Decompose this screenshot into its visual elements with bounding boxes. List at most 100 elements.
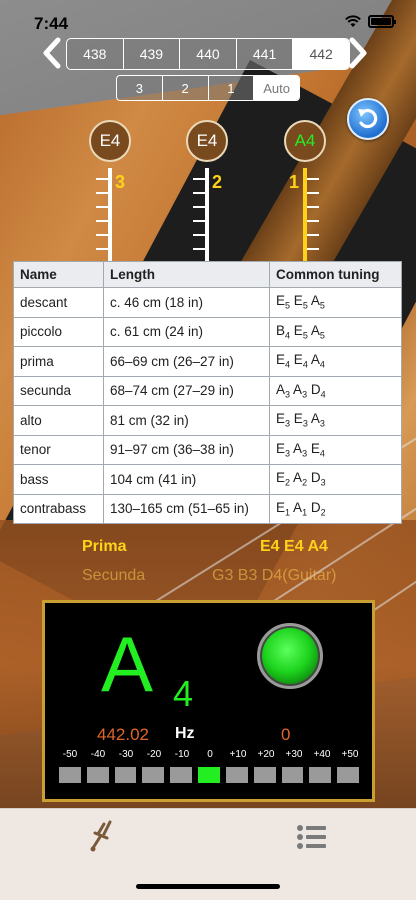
tuning-note: E [293,411,303,427]
cents-meter-segment-active [198,767,220,783]
reset-button[interactable] [347,98,389,140]
next-frequency-button[interactable] [346,36,370,70]
table-header: Length [103,261,270,288]
tuning-note: E [310,440,320,456]
status-time: 7:44 [34,14,69,33]
table-row: descant c. 46 cm (18 in) E5 E5 A5 [13,287,402,318]
meter-tick [193,192,205,194]
tuning-cell: E4 E4 A4 [269,346,402,377]
length-cell: 130–165 cm (51–65 in) [103,493,270,524]
meter-tick [96,220,108,222]
instrument-type-cell: piccolo [13,316,104,347]
tuning-cell: E1 A1 D2 [269,493,402,524]
tuning-note: A [310,293,320,309]
meter-tick [307,192,319,194]
length-cell: 91–97 cm (36–38 in) [103,434,270,465]
cents-scale-label: -50 [62,749,78,760]
cents-scale-label: +20 [257,749,275,760]
battery-icon [368,15,396,28]
string-peg-active[interactable]: A4 [284,120,326,162]
tuning-note: E [276,440,286,456]
tuning-note: A [293,440,303,456]
frequency-option[interactable]: 438 [67,39,124,69]
cents-meter-segment [114,767,137,783]
length-cell: 104 cm (41 in) [103,464,270,495]
string-peg[interactable]: E4 [186,120,228,162]
tuner-display: A 4 442.02 Hz 0 -50 -40 -30 -20 -10 0 +10 +20 +3… [42,600,375,802]
tuning-cell: B4 E5 A5 [269,316,402,347]
tuning-octave: 4 [319,360,325,371]
tuning-note: D [310,499,321,515]
frequency-option-selected[interactable]: 442 [293,39,349,69]
detected-octave: 4 [173,673,194,714]
string-note: E4 [196,131,218,150]
meter-tick [193,206,205,208]
tuning-cell: E3 A3 E4 [269,434,402,465]
string-mode-option[interactable]: 2 [163,76,209,100]
cents-meter-segment [225,767,248,783]
tuning-note: D [310,470,321,486]
meter-tick [193,248,205,250]
meter-tick [307,178,319,180]
length-cell: 68–74 cm (27–29 in) [103,375,270,406]
cents-scale-label: -20 [146,749,162,760]
instrument-type-cell: alto [13,405,104,436]
tuning-reference-table: Name Length Common tuning descant c. 46 c… [13,261,402,524]
reference-frequency-selector: 438 439 440 441 442 [66,38,350,70]
string-mode-option[interactable]: 3 [117,76,163,100]
length-cell: 81 cm (32 in) [103,405,270,436]
cents-scale-label: +40 [313,749,331,760]
cents-scale-label: -40 [90,749,106,760]
wifi-icon [345,15,361,27]
length-cell: 66–69 cm (26–27 in) [103,346,270,377]
meter-tick [96,192,108,194]
tuning-note: E [293,322,303,338]
tuning-octave: 5 [285,301,291,312]
string-number: 3 [115,172,126,192]
tuning-octave: 2 [320,507,326,518]
tuning-octave: 3 [320,478,326,489]
tuning-octave: 3 [285,448,291,459]
cents-readout: 0 [281,725,291,744]
cents-scale-label: -10 [174,749,190,760]
cents-meter-segment [281,767,304,783]
home-indicator[interactable] [136,884,280,889]
tuning-note: E [276,293,286,309]
tuning-octave: 3 [319,419,325,430]
meter-tick [307,248,319,250]
tab-instrument-list[interactable] [292,817,332,857]
chevron-left-icon [43,37,61,69]
string-mode-option[interactable]: 1 [209,76,255,100]
cents-meter-segment [337,767,359,783]
table-row: contrabass 130–165 cm (51–65 in) E1 A1 D2 [13,493,402,524]
string-meter [205,168,209,264]
previous-frequency-button[interactable] [40,36,64,70]
frequency-option[interactable]: 439 [124,39,181,69]
tuning-cell: E3 E3 A3 [269,405,402,436]
tuning-note: A [293,499,303,515]
table-header-row: Name Length Common tuning [13,261,402,288]
cents-meter-segment [59,767,81,783]
string-peg[interactable]: E4 [89,120,131,162]
string-mode-option-selected[interactable]: Auto [254,76,299,100]
tab-tuner[interactable] [84,817,124,857]
tuning-octave: 4 [285,330,291,341]
cents-scale-labels: -50 -40 -30 -20 -10 0 +10 +20 +30 +40 +50 [55,749,365,763]
frequency-option[interactable]: 440 [180,39,237,69]
frequency-option[interactable]: 441 [237,39,294,69]
string-mode-selector: 3 2 1 Auto [116,75,300,101]
string-meter [108,168,112,264]
length-cell: c. 46 cm (18 in) [103,287,270,318]
tuning-octave: 1 [285,507,291,518]
tuning-cell: E5 E5 A5 [269,287,402,318]
tuning-note: E [293,293,303,309]
cents-meter-segment [309,767,332,783]
cents-meter-segment [170,767,193,783]
instrument-notes: G3 B3 D4(Guitar) [212,567,337,584]
string-note: A4 [294,131,316,150]
instrument-type-cell: bass [13,464,104,495]
length-cell: c. 61 cm (24 in) [103,316,270,347]
chevron-right-icon [349,37,367,69]
cents-scale-label: +30 [285,749,303,760]
tuning-octave: 2 [302,478,308,489]
